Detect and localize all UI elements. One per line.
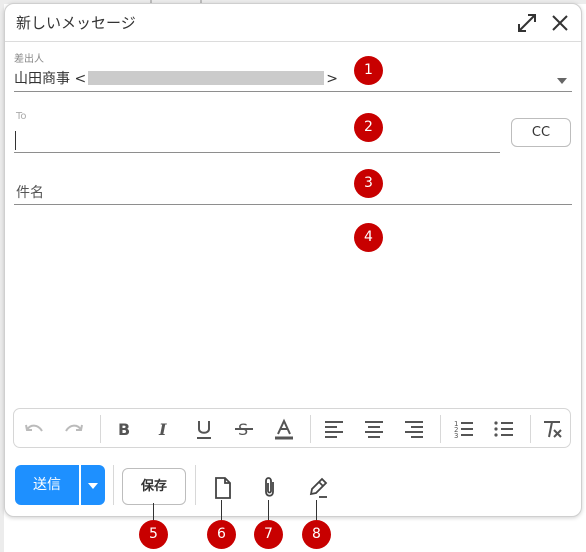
dialog-title: 新しいメッセージ — [16, 14, 136, 32]
subject-input[interactable]: 件名 — [16, 182, 44, 202]
toolbar-divider — [100, 415, 101, 443]
dialog-header: 新しいメッセージ — [5, 4, 581, 42]
text-color-icon[interactable] — [272, 418, 296, 440]
message-body[interactable] — [15, 214, 571, 404]
clear-formatting-icon[interactable] — [540, 418, 564, 440]
callout-pointer — [153, 503, 154, 520]
callout-badge: 6 — [207, 520, 236, 549]
callout-badge: 8 — [302, 520, 331, 549]
send-button[interactable]: 送信 — [15, 465, 79, 505]
send-options-dropdown[interactable] — [81, 465, 105, 505]
from-select[interactable]: 山田商事 < > — [14, 68, 338, 88]
callout-badge: 2 — [354, 113, 383, 142]
paperclip-icon[interactable] — [259, 476, 281, 500]
from-underline — [14, 91, 572, 92]
action-divider — [113, 465, 114, 505]
formatting-toolbar: B I S 123 — [13, 408, 571, 448]
callout-badge: 4 — [354, 223, 383, 252]
callout-badge: 1 — [354, 56, 383, 85]
pen-icon[interactable] — [307, 476, 329, 500]
cc-button[interactable]: CC — [511, 118, 571, 147]
close-x-icon[interactable] — [549, 12, 571, 34]
redacted-email — [88, 71, 325, 85]
action-divider — [195, 465, 196, 505]
bold-icon[interactable]: B — [112, 418, 136, 440]
callout-badge: 7 — [254, 520, 283, 549]
callout-badge: 5 — [139, 520, 168, 549]
redo-icon[interactable] — [62, 418, 86, 440]
italic-icon[interactable]: I — [152, 418, 176, 440]
to-input[interactable] — [14, 152, 500, 153]
align-right-icon[interactable] — [402, 418, 426, 440]
from-label: 差出人 — [14, 54, 44, 65]
expand-arrows-icon[interactable] — [516, 12, 538, 34]
toolbar-divider — [530, 415, 531, 443]
to-label: To — [16, 111, 27, 122]
subject-underline — [14, 204, 572, 205]
document-icon[interactable] — [212, 476, 234, 500]
from-close-bracket: > — [326, 71, 338, 87]
chevron-down-icon[interactable] — [557, 78, 567, 84]
callout-pointer — [221, 500, 222, 520]
toolbar-divider — [310, 415, 311, 443]
compose-dialog: 新しいメッセージ 差出人 山田商事 < > To CC 件名 B I 1 2 3… — [4, 3, 582, 517]
align-center-icon[interactable] — [362, 418, 386, 440]
align-left-icon[interactable] — [322, 418, 346, 440]
callout-pointer — [268, 500, 269, 520]
text-cursor — [15, 131, 16, 150]
from-open-bracket: < — [74, 71, 87, 87]
strikethrough-icon[interactable]: S — [232, 418, 256, 440]
bullet-list-icon[interactable] — [492, 418, 516, 440]
svg-text:B: B — [118, 420, 130, 439]
from-name: 山田商事 — [14, 71, 70, 87]
undo-icon[interactable] — [22, 418, 46, 440]
save-button[interactable]: 保存 — [122, 468, 186, 505]
callout-pointer — [316, 500, 317, 520]
svg-text:I: I — [158, 420, 167, 439]
callout-badge: 3 — [354, 169, 383, 198]
svg-text:3: 3 — [454, 432, 458, 440]
toolbar-divider — [440, 415, 441, 443]
numbered-list-icon[interactable]: 123 — [452, 418, 476, 440]
underline-icon[interactable] — [192, 418, 216, 440]
